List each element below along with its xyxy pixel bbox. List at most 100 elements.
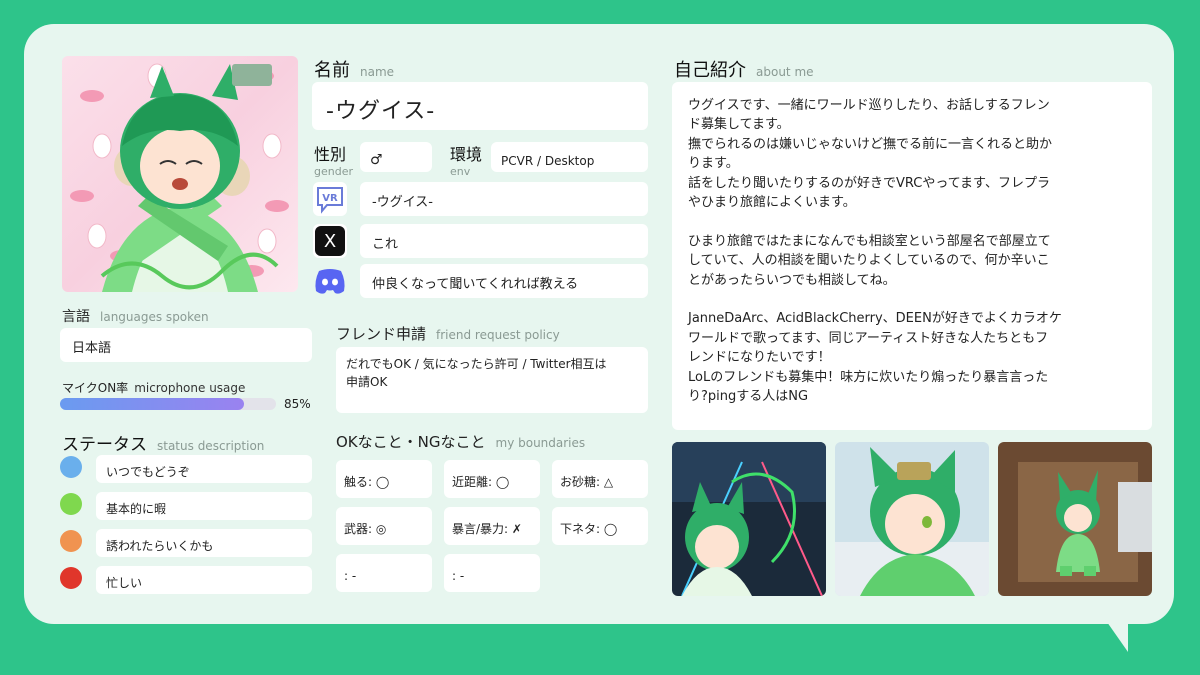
discord-field: 仲良くなって聞いてくれれば教える bbox=[360, 264, 648, 298]
env-value: PCVR / Desktop bbox=[501, 154, 595, 168]
about-line: やひまり旅館によくいます。 bbox=[688, 195, 856, 211]
about-line: とがあったらいつでも相談してね。 bbox=[688, 272, 896, 288]
boundary-item: : - bbox=[336, 554, 432, 592]
status-item: 忙しい bbox=[96, 566, 312, 594]
mic-title: マイクON率 bbox=[62, 381, 129, 395]
x-icon: X bbox=[313, 224, 347, 258]
boundaries-header: OKなこと・NGなこと my boundaries bbox=[336, 431, 585, 452]
status-item: いつでもどうぞ bbox=[96, 455, 312, 483]
about-text-box: ウグイスです、一緒にワールド巡りしたり、お話しするフレン ド募集してます。 撫で… bbox=[672, 82, 1152, 430]
env-title: 環境 bbox=[450, 145, 483, 164]
boundaries-title: OKなこと・NGなこと bbox=[336, 433, 486, 451]
friend-request-field: だれでもOK / 気になったら許可 / Twitter相互は 申請OK bbox=[336, 347, 648, 413]
boundary-value: 下ネタ: ◯ bbox=[560, 522, 618, 536]
friend-request-line: 申請OK bbox=[346, 375, 388, 389]
about-line: ワールドで歌ってます、同じアーティスト好きな人たちともフ bbox=[688, 330, 1049, 346]
status-dot-red bbox=[60, 567, 82, 589]
gender-field: ♂ bbox=[360, 142, 432, 172]
languages-value: 日本語 bbox=[72, 341, 112, 356]
about-line: ウグイスです、一緒にワールド巡りしたり、お話しするフレン bbox=[688, 98, 1050, 113]
name-value: -ウグイス- bbox=[326, 99, 436, 124]
vrchat-name-value: -ウグイス- bbox=[372, 195, 433, 210]
friend-request-title: フレンド申請 bbox=[336, 325, 427, 343]
boundary-value: お砂糖: △ bbox=[560, 475, 614, 489]
status-label: 誘われたらいくかも bbox=[106, 539, 214, 553]
boundary-item: お砂糖: △ bbox=[552, 460, 648, 498]
boundaries-sub: my boundaries bbox=[495, 436, 586, 450]
discord-icon bbox=[313, 264, 347, 298]
friend-request-line: だれでもOK / 気になったら許可 / Twitter相互は bbox=[346, 357, 607, 371]
boundary-value: 暴言/暴力: ✗ bbox=[452, 522, 522, 536]
x-account-field: これ bbox=[360, 224, 648, 258]
boundary-item: : - bbox=[444, 554, 540, 592]
status-header: ステータス status description bbox=[62, 430, 264, 455]
name-title: 名前 bbox=[314, 60, 350, 81]
discord-value: 仲良くなって聞いてくれれば教える bbox=[372, 277, 579, 292]
mic-usage-fill bbox=[60, 398, 244, 410]
about-line: り?pingする人はNG bbox=[688, 389, 809, 405]
languages-sub: languages spoken bbox=[100, 310, 209, 324]
name-field: -ウグイス- bbox=[312, 82, 648, 130]
mic-header: マイクON率 microphone usage bbox=[62, 377, 245, 396]
boundary-value: : - bbox=[452, 569, 465, 583]
env-sub: env bbox=[450, 165, 471, 178]
friend-request-header: フレンド申請 friend request policy bbox=[336, 323, 560, 344]
status-item: 誘われたらいくかも bbox=[96, 529, 312, 557]
env-label: 環境 env bbox=[450, 141, 482, 178]
boundary-item: 触る: ◯ bbox=[336, 460, 432, 498]
status-dot-blue bbox=[60, 456, 82, 478]
about-line: JanneDaArc、AcidBlackCherry、DEENが好きでよくカラオ… bbox=[688, 311, 1062, 327]
languages-header: 言語 languages spoken bbox=[62, 306, 209, 326]
x-account-value: これ bbox=[372, 237, 399, 252]
friend-request-sub: friend request policy bbox=[436, 328, 560, 342]
mic-usage-bar bbox=[60, 398, 276, 410]
about-line: ド募集してます。 bbox=[688, 117, 790, 133]
about-line: していて、人の相談を聞いたりよくしているので、何か辛いこ bbox=[688, 253, 1050, 269]
boundary-value: : - bbox=[344, 569, 357, 583]
gender-label: 性別 gender bbox=[314, 141, 353, 178]
about-line: 撫でられるのは嫌いじゃないけど撫でる前に一言くれると助か bbox=[688, 136, 1053, 152]
gender-title: 性別 bbox=[314, 145, 347, 164]
about-header: 自己紹介 about me bbox=[674, 56, 814, 82]
about-line: ひまり旅館ではたまになんでも相談室という部屋名で部屋立て bbox=[688, 233, 1051, 249]
gender-sub: gender bbox=[314, 165, 353, 178]
status-dot-orange bbox=[60, 530, 82, 552]
svg-text:VR: VR bbox=[322, 193, 338, 204]
screenshot-3 bbox=[998, 442, 1152, 596]
boundary-item: 下ネタ: ◯ bbox=[552, 507, 648, 545]
status-label: 基本的に暇 bbox=[106, 502, 167, 516]
boundary-item: 近距離: ◯ bbox=[444, 460, 540, 498]
boundary-value: 近距離: ◯ bbox=[452, 475, 510, 489]
languages-field: 日本語 bbox=[60, 328, 312, 362]
boundary-value: 武器: ◎ bbox=[344, 522, 387, 536]
mic-sub: microphone usage bbox=[134, 381, 246, 395]
about-line: 話をしたり聞いたりするのが好きでVRCやってます、フレプラ bbox=[688, 175, 1051, 191]
gender-value: ♂ bbox=[370, 152, 383, 168]
name-header: 名前 name bbox=[314, 56, 394, 82]
avatar-illustration bbox=[70, 63, 289, 292]
about-line bbox=[688, 290, 1136, 309]
about-line bbox=[688, 212, 1136, 231]
about-line: レンドになりたいです！ bbox=[688, 350, 831, 366]
screenshot-2 bbox=[835, 442, 989, 596]
boundary-item: 武器: ◎ bbox=[336, 507, 432, 545]
vrchat-icon: VR bbox=[313, 182, 347, 216]
status-title: ステータス bbox=[62, 435, 147, 455]
boundary-value: 触る: ◯ bbox=[344, 475, 390, 489]
mic-percent: 85% bbox=[284, 397, 311, 411]
vrchat-name-field: -ウグイス- bbox=[360, 182, 648, 216]
status-label: 忙しい bbox=[106, 576, 143, 590]
status-label: いつでもどうぞ bbox=[106, 465, 190, 479]
boundary-item: 暴言/暴力: ✗ bbox=[444, 507, 540, 545]
about-line: ります。 bbox=[688, 156, 739, 172]
about-line: LoLのフレンドも募集中！味方に炊いたり煽ったり暴言言った bbox=[688, 369, 1049, 385]
screenshot-1 bbox=[672, 442, 826, 596]
status-item: 基本的に暇 bbox=[96, 492, 312, 520]
avatar bbox=[62, 56, 298, 292]
name-sub: name bbox=[360, 65, 395, 79]
env-field: PCVR / Desktop bbox=[491, 142, 648, 172]
about-sub: about me bbox=[756, 65, 814, 79]
about-title: 自己紹介 bbox=[674, 60, 746, 81]
status-dot-green bbox=[60, 493, 82, 515]
languages-title: 言語 bbox=[62, 309, 90, 325]
